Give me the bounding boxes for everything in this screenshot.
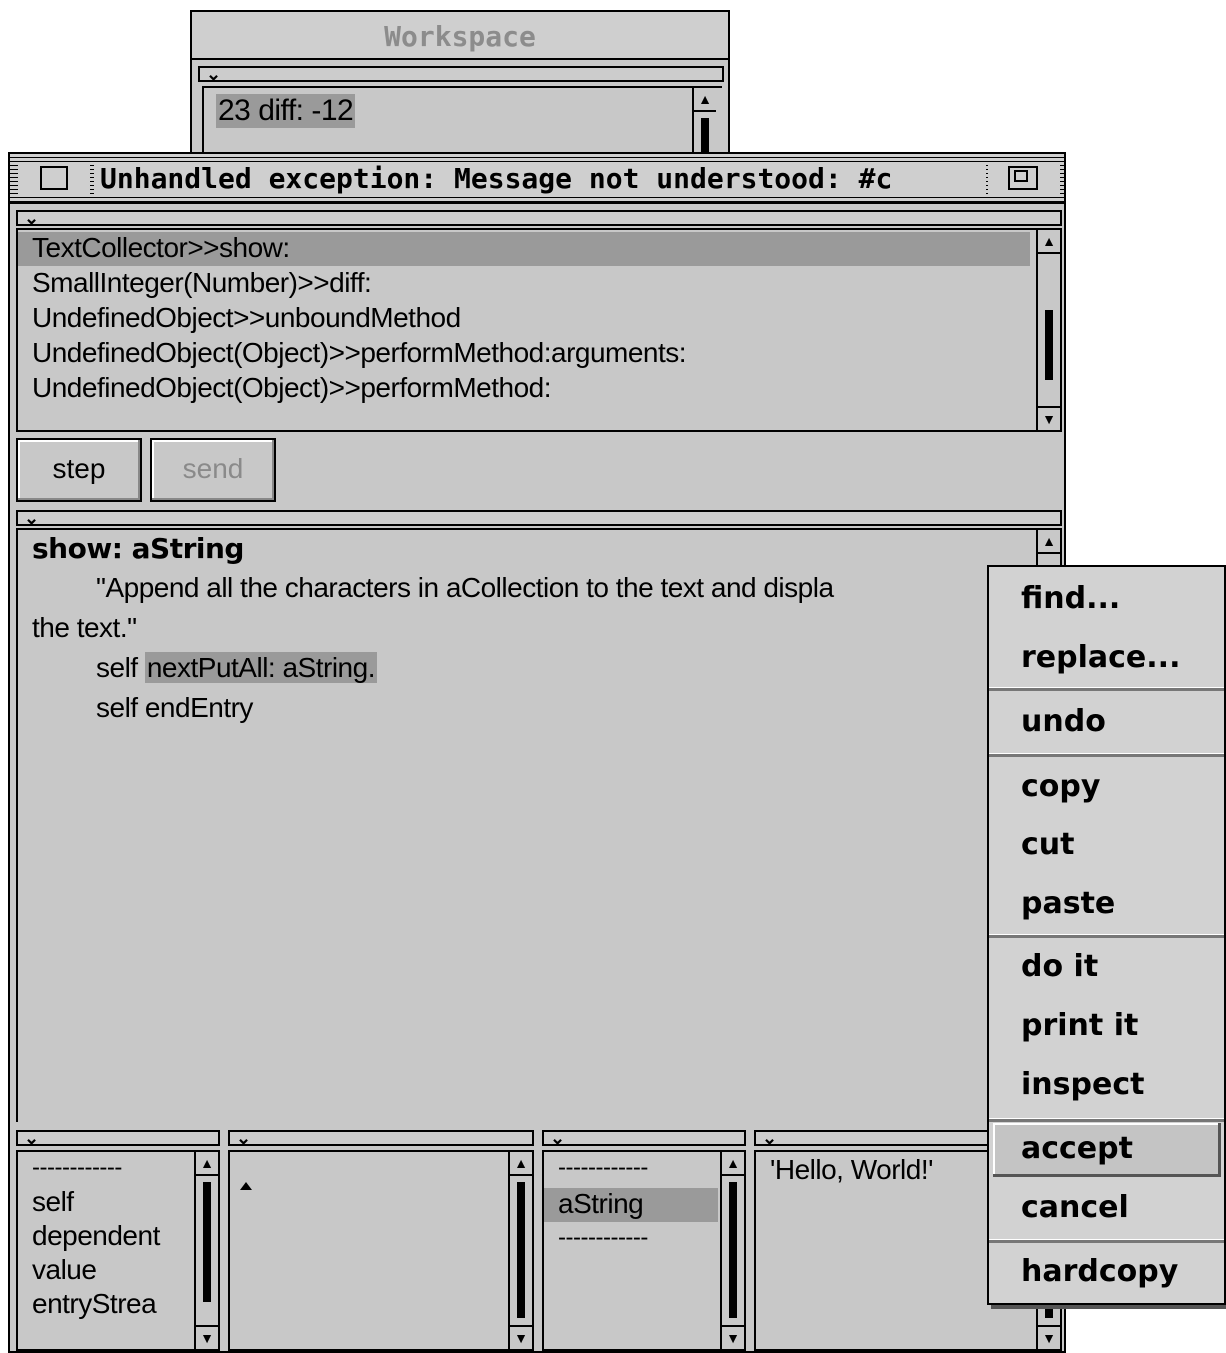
menu-item-find[interactable]: find...	[1021, 581, 1120, 616]
scroll-thumb[interactable]	[203, 1182, 211, 1302]
chevron-down-icon: ⌄	[762, 1128, 778, 1148]
receiver-value-scrollbar[interactable]: ▲ ▼	[508, 1152, 532, 1349]
menu-separator	[989, 753, 1224, 757]
list-separator: ------------	[558, 1224, 648, 1251]
scroll-up-arrow-icon[interactable]: ▲	[1038, 230, 1060, 254]
close-box-icon[interactable]	[18, 164, 90, 194]
method-comment-line2: the text."	[32, 612, 137, 643]
workspace-text: 23 diff: -12	[216, 94, 356, 128]
list-separator: ------------	[558, 1154, 648, 1181]
scroll-thumb[interactable]	[729, 1182, 737, 1318]
stack-frame[interactable]: UndefinedObject(Object)>>performMethod:	[32, 372, 552, 404]
method-line4: self endEntry	[96, 692, 253, 723]
menu-item-cut[interactable]: cut	[1021, 827, 1074, 862]
context-variables-list[interactable]: ------------ aString ------------ ▲ ▼	[542, 1150, 746, 1351]
chevron-down-icon: ⌄	[24, 508, 40, 528]
debugger-window: Unhandled exception: Message not underst…	[8, 152, 1066, 1353]
list-item[interactable]: dependent	[32, 1220, 160, 1252]
menu-item-copy[interactable]: copy	[1021, 769, 1100, 804]
chevron-down-icon: ⌄	[236, 1128, 252, 1148]
scroll-down-arrow-icon[interactable]: ▼	[510, 1325, 532, 1349]
menu-item-do-it[interactable]: do it	[1021, 949, 1098, 984]
stack-scrollbar[interactable]: ▲ ▼	[1036, 230, 1060, 430]
scroll-thumb[interactable]	[1045, 310, 1053, 380]
chevron-down-icon: ⌄	[24, 1128, 40, 1148]
context-pane-menu[interactable]: ⌄	[542, 1128, 746, 1148]
list-item[interactable]: self	[32, 1186, 74, 1218]
menu-item-paste[interactable]: paste	[1021, 886, 1115, 921]
send-button[interactable]: send	[150, 438, 276, 502]
scroll-up-arrow-icon[interactable]: ▲	[722, 1152, 744, 1176]
text-cursor-icon	[240, 1182, 252, 1190]
scroll-down-arrow-icon[interactable]: ▼	[722, 1325, 744, 1349]
list-item[interactable]: value	[32, 1254, 97, 1286]
menu-item-print-it[interactable]: print it	[1021, 1008, 1138, 1043]
zoom-box-icon[interactable]	[988, 164, 1060, 194]
menu-item-hardcopy[interactable]: hardcopy	[1021, 1254, 1178, 1289]
method-header: show: aString	[32, 532, 244, 565]
code-pane-menu[interactable]: ⌄	[16, 508, 1062, 528]
stack-pane-menu[interactable]: ⌄	[16, 208, 1062, 228]
workspace-window: Workspace ⌄ 23 diff: -12 ▲	[190, 10, 730, 170]
value-text: 'Hello, World!'	[770, 1154, 933, 1185]
code-selection: nextPutAll: aString.	[144, 652, 377, 683]
stack-frame[interactable]: UndefinedObject>>unboundMethod	[32, 302, 461, 334]
chevron-down-icon: ⌄	[24, 208, 40, 228]
context-menu: find... replace... undo copy cut paste d…	[987, 565, 1226, 1305]
chevron-down-icon: ⌄	[206, 64, 222, 84]
workspace-title-bar[interactable]: Workspace	[192, 12, 728, 60]
menu-separator	[989, 934, 1224, 938]
menu-item-replace[interactable]: replace...	[1021, 640, 1180, 675]
receiver-variables-list[interactable]: ------------ self dependent value entryS…	[16, 1150, 220, 1351]
scroll-up-arrow-icon[interactable]: ▲	[510, 1152, 532, 1176]
list-item[interactable]: entryStrea	[32, 1288, 157, 1320]
scroll-down-arrow-icon[interactable]: ▼	[1038, 406, 1060, 430]
menu-item-inspect[interactable]: inspect	[1021, 1067, 1144, 1102]
receiver-value-pane[interactable]: ▲ ▼	[228, 1150, 534, 1351]
code-editor[interactable]: show: aString "Append all the characters…	[16, 528, 1062, 1122]
stack-frame[interactable]: TextCollector>>show:	[32, 232, 290, 264]
scroll-up-arrow-icon[interactable]: ▲	[1038, 530, 1060, 554]
receiver-scrollbar[interactable]: ▲ ▼	[194, 1152, 218, 1349]
menu-item-accept[interactable]: accept	[1021, 1131, 1133, 1166]
scroll-down-arrow-icon[interactable]: ▼	[196, 1325, 218, 1349]
list-item[interactable]: aString	[558, 1188, 644, 1220]
context-scrollbar[interactable]: ▲ ▼	[720, 1152, 744, 1349]
scroll-thumb[interactable]	[517, 1182, 525, 1318]
menu-separator	[989, 687, 1224, 691]
receiver-value-menu[interactable]: ⌄	[228, 1128, 534, 1148]
workspace-pane-menu[interactable]: ⌄	[198, 64, 724, 84]
menu-item-cancel[interactable]: cancel	[1021, 1190, 1129, 1225]
stack-frame[interactable]: UndefinedObject(Object)>>performMethod:a…	[32, 337, 687, 369]
scroll-down-arrow-icon[interactable]: ▼	[1038, 1325, 1060, 1349]
menu-item-undo[interactable]: undo	[1021, 704, 1106, 739]
debugger-title-bar[interactable]: Unhandled exception: Message not underst…	[10, 154, 1064, 204]
receiver-pane-menu[interactable]: ⌄	[16, 1128, 220, 1148]
method-line3: self nextPutAll: aString.	[96, 652, 377, 684]
code-text: self	[96, 652, 145, 683]
stack-frame[interactable]: SmallInteger(Number)>>diff:	[32, 267, 372, 299]
scroll-up-arrow-icon[interactable]: ▲	[694, 88, 716, 112]
scroll-up-arrow-icon[interactable]: ▲	[196, 1152, 218, 1176]
stack-list[interactable]: TextCollector>>show: SmallInteger(Number…	[16, 228, 1062, 432]
debugger-title: Unhandled exception: Message not underst…	[94, 162, 986, 196]
step-button[interactable]: step	[16, 438, 142, 502]
chevron-down-icon: ⌄	[550, 1128, 566, 1148]
workspace-title: Workspace	[384, 20, 536, 53]
method-comment-line1: "Append all the characters in aCollectio…	[96, 572, 834, 603]
list-separator: ------------	[32, 1154, 122, 1181]
menu-separator	[989, 1118, 1224, 1122]
menu-separator	[989, 1239, 1224, 1243]
